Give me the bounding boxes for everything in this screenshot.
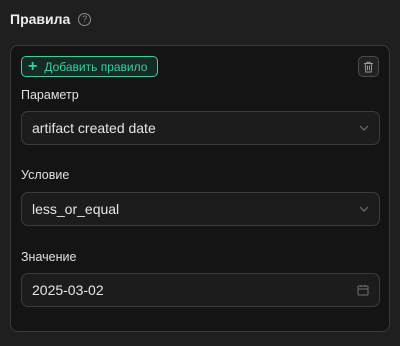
delete-rule-button[interactable] [358,56,379,77]
parameter-label: Параметр [21,88,79,102]
chevron-down-icon [359,125,369,131]
rule-card: + Добавить правило Параметр artifact cre… [10,45,390,332]
condition-value: less_or_equal [32,201,120,217]
chevron-down-icon [359,206,369,212]
plus-icon: + [28,57,38,75]
condition-select[interactable]: less_or_equal [21,192,380,226]
condition-label: Условие [21,168,70,182]
value-label: Значение [21,250,77,264]
parameter-select[interactable]: artifact created date [21,111,380,145]
trash-icon [364,61,373,72]
date-input[interactable]: 2025-03-02 [21,273,380,307]
date-value: 2025-03-02 [32,282,104,298]
parameter-value: artifact created date [32,120,156,136]
add-rule-label: Добавить правило [44,59,148,74]
section-title: Правила [10,11,71,27]
calendar-icon[interactable] [357,284,369,296]
help-icon[interactable]: ? [78,12,92,26]
section-header: Правила ? [10,11,92,27]
add-rule-button[interactable]: + Добавить правило [21,56,158,77]
